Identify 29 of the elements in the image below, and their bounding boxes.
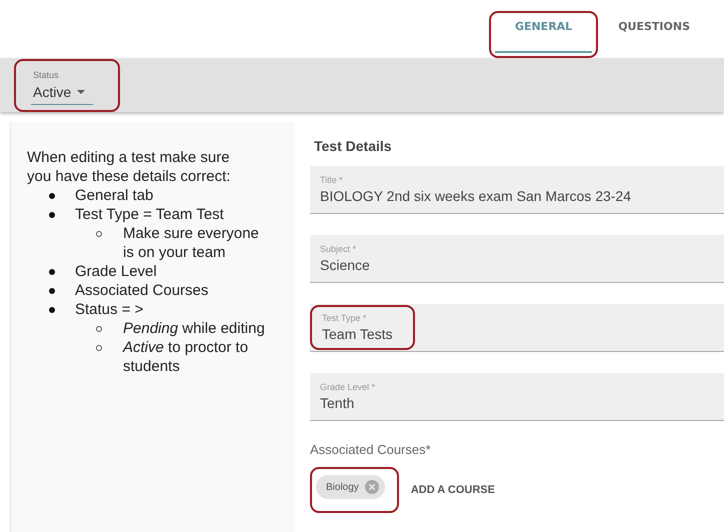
field-label: Grade Level * bbox=[320, 382, 376, 392]
list-item-text: Grade Level bbox=[75, 263, 157, 280]
list-item-text: Make sure everyone is on your team bbox=[123, 224, 260, 262]
field-label: Test Type * bbox=[322, 313, 368, 323]
list-item-text: Status = > bbox=[75, 301, 144, 318]
field-label: Title * bbox=[320, 175, 344, 185]
field-value: Tenth bbox=[320, 395, 356, 411]
instruction-text: When editing a test make sure you have these details correct: bbox=[27, 148, 232, 186]
field-value: BIOLOGY 2nd six weeks exam San Marcos 23-24 bbox=[320, 188, 631, 204]
remove-icon[interactable] bbox=[364, 480, 379, 494]
text-field[interactable]: Grade Level * Tenth bbox=[310, 373, 724, 421]
field-value: Science bbox=[320, 257, 370, 273]
text-field[interactable]: Subject * Science bbox=[310, 235, 724, 283]
list-item-text: General tab bbox=[75, 187, 154, 204]
tab[interactable]: QUESTIONS bbox=[610, 13, 698, 53]
text-field[interactable]: Title * BIOLOGY 2nd six weeks exam San Marcos 23-24 bbox=[310, 166, 724, 214]
status-dropdown[interactable]: Status Active bbox=[31, 66, 94, 104]
list-item-text: Pending while editing bbox=[123, 319, 266, 338]
list-item-text: Active to proctor to students bbox=[123, 338, 250, 376]
list-item-text: Test Type = Team Test bbox=[75, 206, 224, 223]
section-heading: Test Details bbox=[314, 138, 393, 154]
courses-label: Associated Courses* bbox=[310, 442, 432, 457]
tab[interactable]: GENERAL bbox=[494, 13, 592, 53]
list-item-text: Associated Courses bbox=[75, 282, 208, 299]
course-chip[interactable]: Biology bbox=[316, 475, 385, 499]
add-course-button[interactable]: ADD A COURSE bbox=[410, 484, 495, 496]
text-field[interactable]: Test Type * Team Tests bbox=[310, 304, 724, 352]
field-value: Team Tests bbox=[322, 326, 393, 342]
field-label: Subject * bbox=[320, 244, 358, 254]
